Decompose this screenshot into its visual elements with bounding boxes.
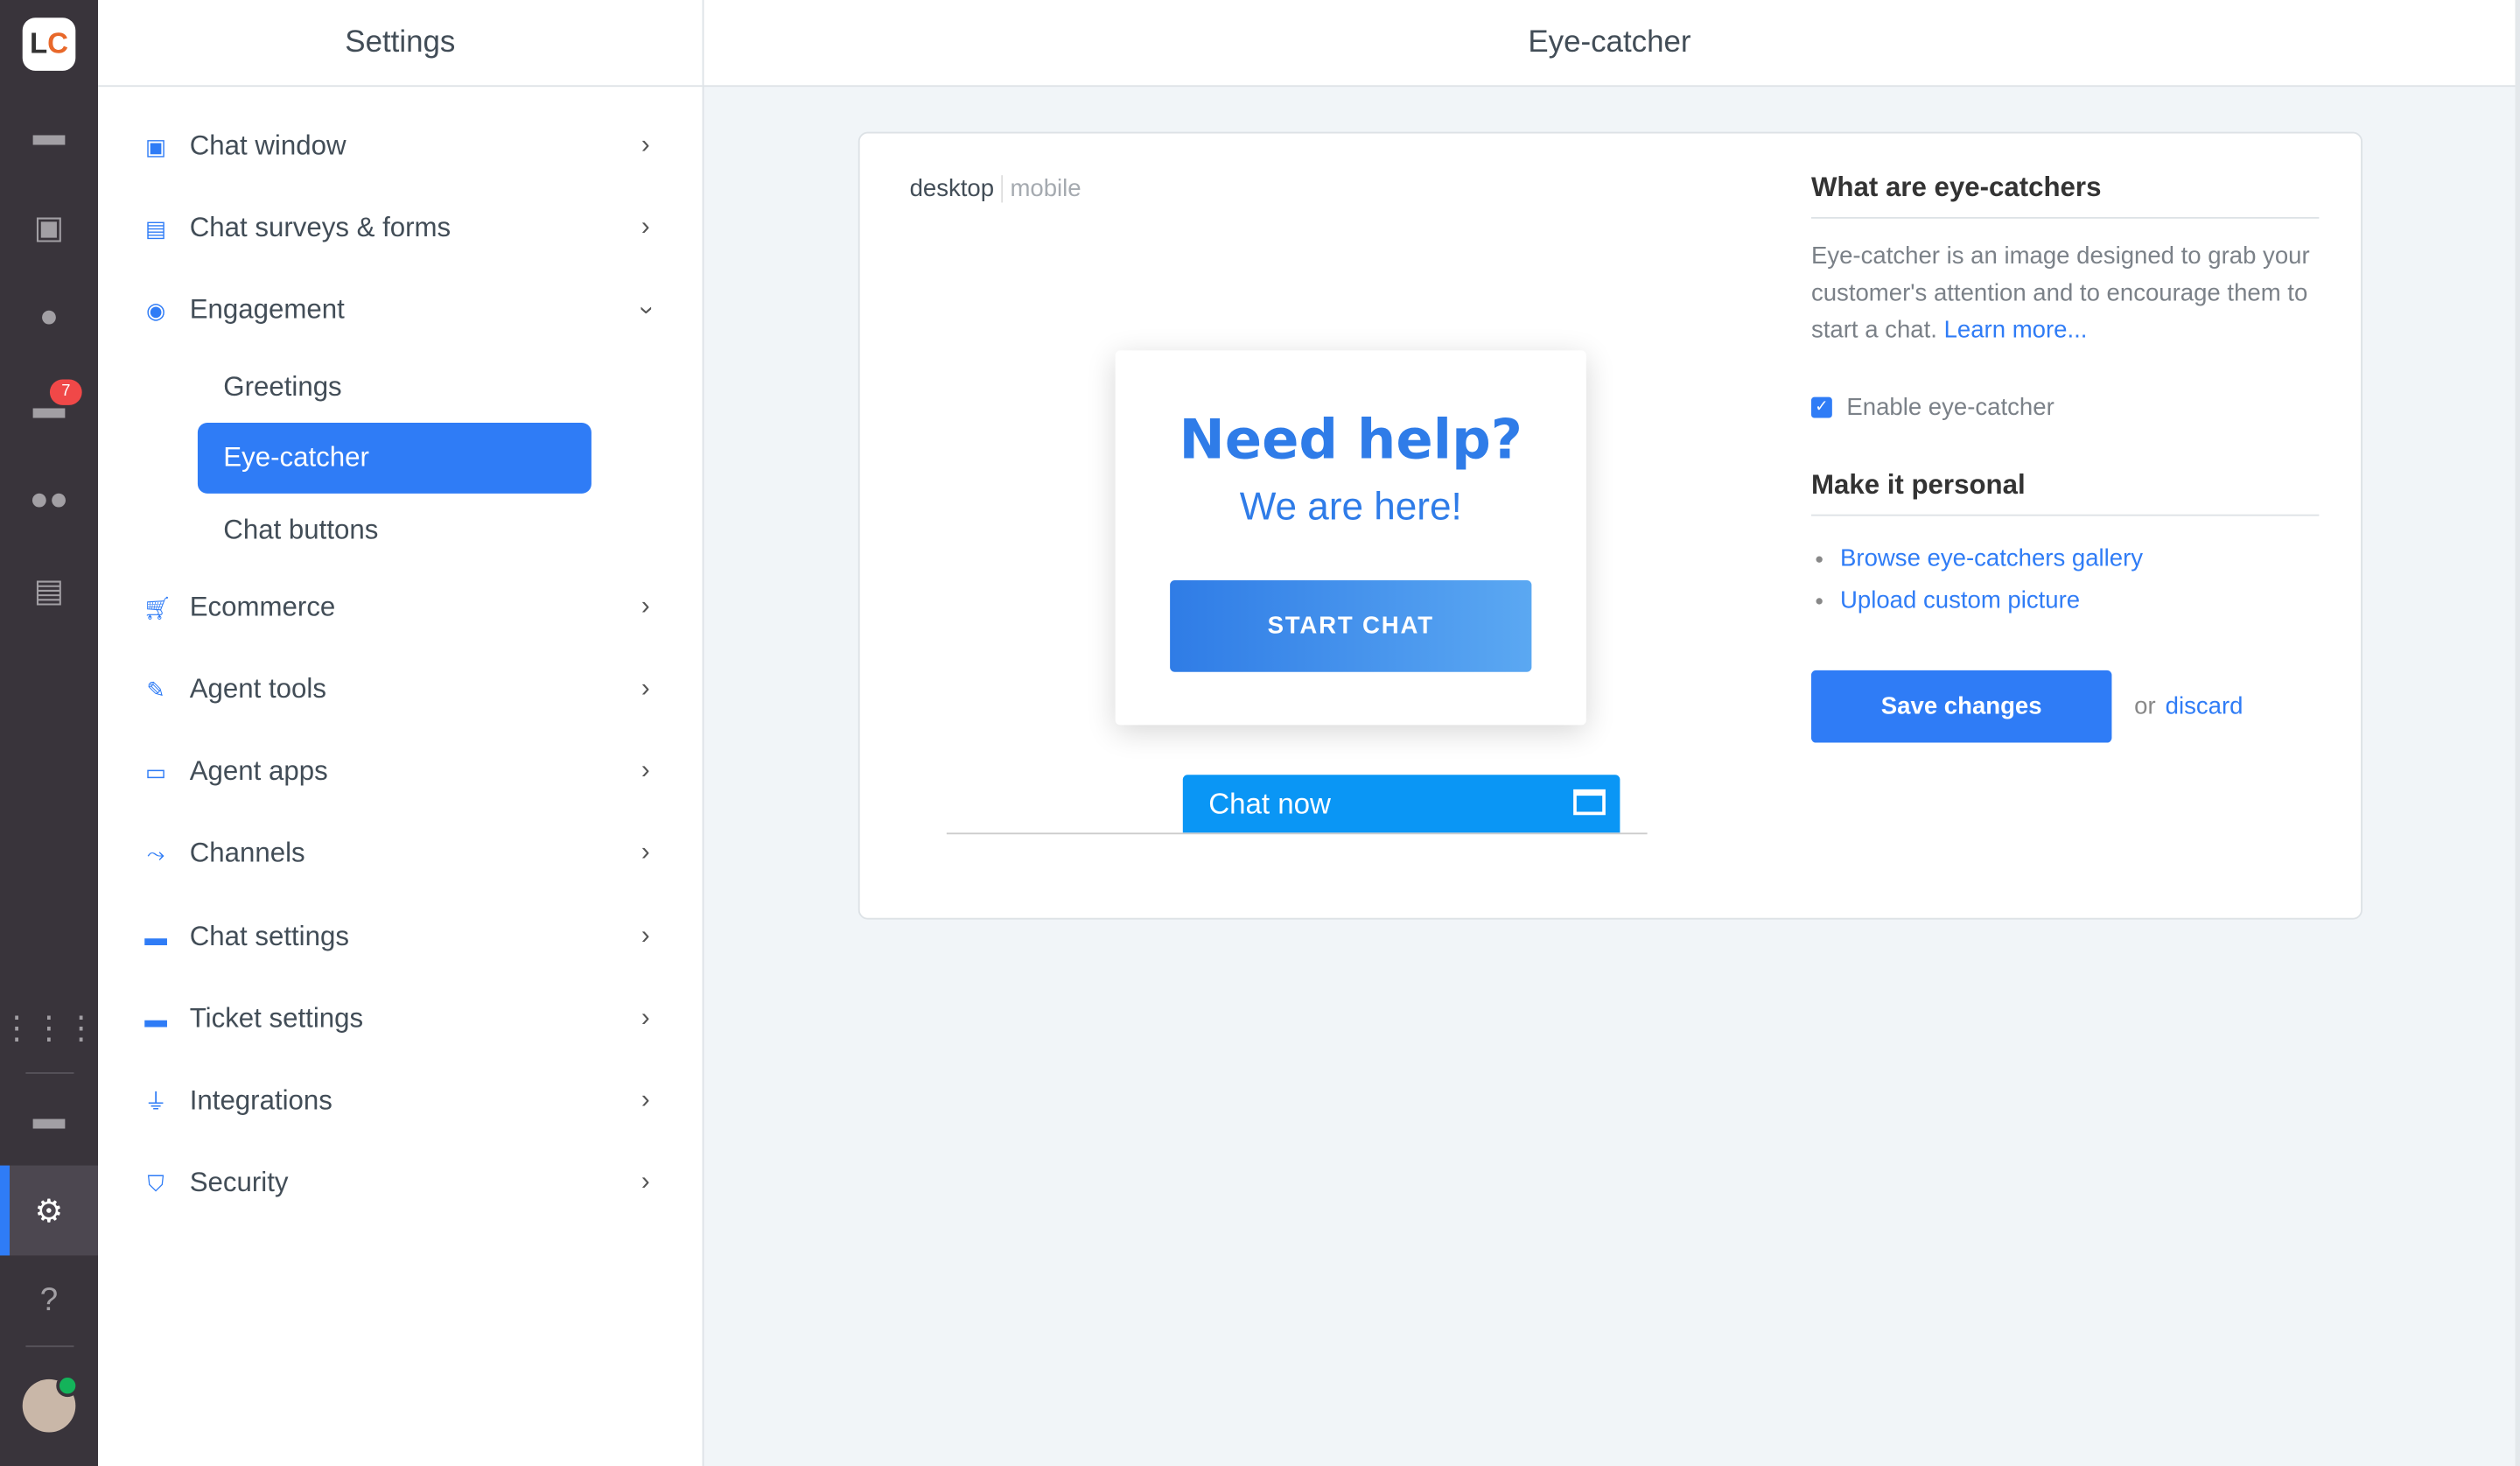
list-item: Upload custom picture xyxy=(1840,580,2319,622)
divider xyxy=(25,1345,74,1348)
browse-gallery-link[interactable]: Browse eye-catchers gallery xyxy=(1840,545,2143,572)
device-tabs: desktop mobile xyxy=(910,175,1082,203)
label: Integrations xyxy=(189,1084,332,1116)
settings-sidebar: Settings ▣ Chat window › ▤ Chat surveys & f… xyxy=(98,0,704,1466)
save-changes-button[interactable]: Save changes xyxy=(1810,670,2112,743)
window-icon xyxy=(1573,789,1606,816)
app-rail: LC ▬ ▣ ● ▬ 7 ●● ▤ ⋮⋮⋮ ▬ ⚙ ? xyxy=(0,0,99,1466)
eye-catcher-preview[interactable]: Need help? We are here! START CHAT xyxy=(1115,350,1586,726)
help-icon[interactable]: ? xyxy=(0,1268,98,1332)
reports-icon[interactable]: ▤ xyxy=(0,558,98,621)
sidebar-item-ecommerce[interactable]: 🛒︎ Ecommerce › xyxy=(98,576,703,640)
chevron-right-icon: › xyxy=(640,675,650,703)
label: Agent apps xyxy=(189,755,328,787)
label: Ticket settings xyxy=(189,1003,364,1034)
label: Chat surveys & forms xyxy=(189,212,452,243)
agents-icon[interactable]: ●● xyxy=(0,467,98,531)
or-text: or xyxy=(2134,692,2156,720)
eye-catcher-card: desktop mobile Need help? We are here! ST… xyxy=(858,131,2362,920)
divider xyxy=(25,1072,74,1074)
archives-clock-icon[interactable]: ● xyxy=(0,284,98,348)
chevron-right-icon: › xyxy=(640,131,650,159)
chevron-right-icon: › xyxy=(640,1086,650,1114)
learn-more-link[interactable]: Learn more... xyxy=(1944,317,2088,344)
ticket-icon: ▬ xyxy=(144,1006,168,1033)
list-item: Browse eye-catchers gallery xyxy=(1840,538,2319,580)
chats-icon[interactable]: ▬ xyxy=(0,103,98,167)
livechat-logo[interactable]: LC xyxy=(22,18,76,71)
description: Eye-catcher is an image designed to grab… xyxy=(1811,238,2319,349)
preview-baseline xyxy=(946,832,1648,835)
chevron-down-icon: › xyxy=(633,305,661,315)
label: Chat settings xyxy=(189,921,349,952)
billing-card-icon[interactable]: ▬ xyxy=(0,1087,98,1151)
sidebar-item-engagement[interactable]: ◉ Engagement › xyxy=(98,278,703,342)
enable-label: Enable eye-catcher xyxy=(1846,393,2054,422)
upload-picture-link[interactable]: Upload custom picture xyxy=(1840,586,2080,614)
what-are-heading: What are eye-catchers xyxy=(1810,172,2320,219)
label: Engagement xyxy=(189,294,345,326)
avatar[interactable] xyxy=(22,1374,79,1433)
sidebar-item-chat-surveys[interactable]: ▤ Chat surveys & forms › xyxy=(98,196,703,260)
chevron-right-icon: › xyxy=(640,214,650,242)
chevron-right-icon: › xyxy=(640,1004,650,1033)
sidebar-item-security[interactable]: ⛉ Security › xyxy=(98,1151,703,1215)
discard-link[interactable]: discard xyxy=(2166,693,2244,720)
sidebar-title: Settings xyxy=(98,0,703,88)
enable-eye-catcher-checkbox[interactable]: ✓ Enable eye-catcher xyxy=(1810,393,2319,422)
clipboard-icon: ▤ xyxy=(144,214,167,241)
sidebar-item-agent-tools[interactable]: ✎ Agent tools › xyxy=(98,657,703,721)
chevron-right-icon: › xyxy=(640,593,650,621)
make-personal-heading: Make it personal xyxy=(1810,469,2320,516)
shield-icon: ⛉ xyxy=(147,1169,164,1196)
chat-now-bar: Chat now xyxy=(1182,775,1620,833)
channels-icon: ⤳ xyxy=(146,839,165,866)
plug-icon: ⏚ xyxy=(144,1088,168,1114)
info-panel: What are eye-catchers Eye-catcher is an … xyxy=(1810,172,2320,743)
tab-mobile[interactable]: mobile xyxy=(1000,175,1082,203)
start-chat-button: START CHAT xyxy=(1170,580,1532,672)
sidebar-item-integrations[interactable]: ⏚ Integrations › xyxy=(98,1069,703,1133)
chat-now-label: Chat now xyxy=(1208,787,1331,819)
scrollbar[interactable] xyxy=(2515,0,2520,1466)
sidebar-item-channels[interactable]: ⤳ Channels › xyxy=(98,822,703,886)
chat-icon: ▬ xyxy=(144,924,168,950)
tickets-badge: 7 xyxy=(49,379,82,405)
label: Agent tools xyxy=(189,673,326,705)
label: Chat window xyxy=(189,130,346,161)
sidebar-item-ticket-settings[interactable]: ▬ Ticket settings › xyxy=(98,987,703,1051)
tab-desktop[interactable]: desktop xyxy=(910,175,995,202)
label: Ecommerce xyxy=(189,591,336,622)
label: Security xyxy=(189,1167,289,1198)
checkbox-checked-icon[interactable]: ✓ xyxy=(1810,396,1832,418)
chevron-right-icon: › xyxy=(640,1168,650,1196)
tickets-icon[interactable]: ▬ xyxy=(0,376,98,440)
wrench-icon: ✎ xyxy=(146,676,165,702)
chevron-right-icon: › xyxy=(640,838,650,866)
sidebar-subitem-greetings[interactable]: Greetings xyxy=(198,352,592,423)
sidebar-subitem-eye-catcher[interactable]: Eye-catcher xyxy=(197,423,592,494)
chevron-right-icon: › xyxy=(640,922,650,950)
sidebar-item-chat-window[interactable]: ▣ Chat window › xyxy=(98,114,703,178)
personal-links: Browse eye-catchers gallery Upload custo… xyxy=(1811,538,2319,622)
window-icon: ▣ xyxy=(144,132,167,158)
main-panel: Eye-catcher desktop mobile Need help? We … xyxy=(704,0,2516,1466)
preview-subline: We are here! xyxy=(1239,485,1462,530)
settings-gear-icon[interactable]: ⚙ xyxy=(0,1178,98,1242)
sidebar-item-agent-apps[interactable]: ▭ Agent apps › xyxy=(98,740,703,803)
chevron-right-icon: › xyxy=(640,757,650,785)
preview-headline: Need help? xyxy=(1179,408,1523,473)
eye-icon: ◉ xyxy=(145,296,166,323)
sidebar-subitem-chat-buttons[interactable]: Chat buttons xyxy=(198,495,592,566)
cart-icon: 🛒︎ xyxy=(143,593,172,621)
apps-grid-icon[interactable]: ⋮⋮⋮ xyxy=(0,995,98,1059)
customers-icon[interactable]: ▣ xyxy=(0,194,98,258)
label: Channels xyxy=(189,837,305,868)
apps-icon: ▭ xyxy=(144,758,167,784)
sidebar-item-chat-settings[interactable]: ▬ Chat settings › xyxy=(98,905,703,969)
page-title: Eye-catcher xyxy=(704,0,2516,88)
status-online-dot xyxy=(56,1374,79,1398)
